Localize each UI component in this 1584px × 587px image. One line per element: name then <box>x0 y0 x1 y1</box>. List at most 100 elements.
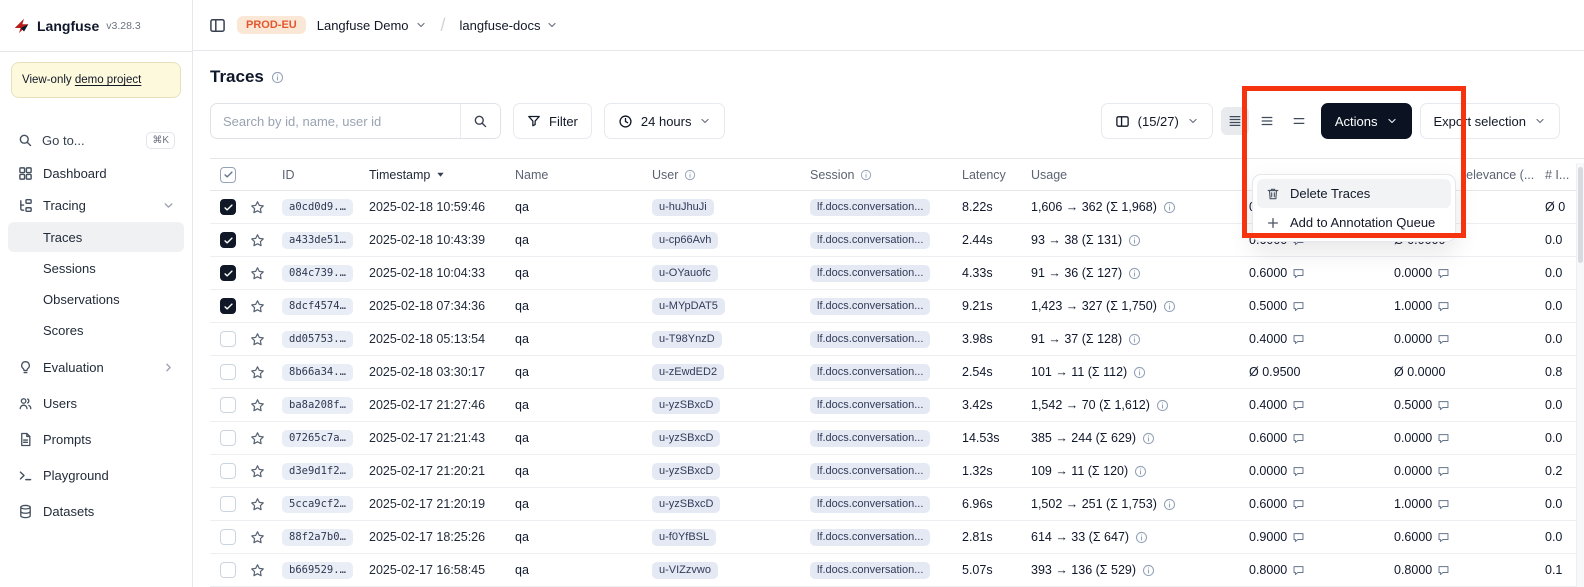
export-selection-button[interactable]: Export selection <box>1420 103 1561 139</box>
select-all-checkbox[interactable] <box>220 167 236 183</box>
session-cell[interactable]: lf.docs.conversation... <box>802 257 954 289</box>
session-cell[interactable]: lf.docs.conversation... <box>802 422 954 454</box>
trace-id-cell[interactable]: a433de51... <box>274 224 361 256</box>
row-checkbox[interactable] <box>220 430 236 446</box>
user-badge[interactable]: u-T98YnzD <box>652 331 722 348</box>
column-visibility-button[interactable]: (15/27) <box>1101 103 1213 139</box>
user-badge[interactable]: u-yzSBxcD <box>652 496 720 513</box>
trace-id-badge[interactable]: 07265c7a... <box>282 430 353 447</box>
filter-button[interactable]: Filter <box>513 103 592 139</box>
table-row[interactable]: 084c739...2025-02-18 10:04:33qau-OYauofc… <box>210 257 1584 290</box>
user-cell[interactable]: u-f0YfBSL <box>644 521 802 553</box>
session-cell[interactable]: lf.docs.conversation... <box>802 521 954 553</box>
session-cell[interactable]: lf.docs.conversation... <box>802 290 954 322</box>
trace-id-cell[interactable]: 07265c7a... <box>274 422 361 454</box>
session-badge[interactable]: lf.docs.conversation... <box>810 529 930 546</box>
trace-id-badge[interactable]: d3e9d1f2... <box>282 463 353 480</box>
session-badge[interactable]: lf.docs.conversation... <box>810 265 930 282</box>
trace-id-badge[interactable]: 8b66a34... <box>282 364 353 381</box>
user-cell[interactable]: u-MYpDAT5 <box>644 290 802 322</box>
session-badge[interactable]: lf.docs.conversation... <box>810 364 930 381</box>
menu-item-add-to-annotation-queue[interactable]: Add to Annotation Queue <box>1257 208 1451 237</box>
star-icon[interactable] <box>250 200 265 215</box>
sidebar-item-dashboard[interactable]: Dashboard <box>8 158 184 189</box>
scrollbar-thumb[interactable] <box>1578 167 1583 263</box>
trace-id-cell[interactable]: ba8a208f... <box>274 389 361 421</box>
trace-id-cell[interactable]: a0cd0d9... <box>274 191 361 223</box>
user-cell[interactable]: u-huJhuJi <box>644 191 802 223</box>
trace-id-badge[interactable]: 5cca9cf2... <box>282 496 353 513</box>
row-height-medium-button[interactable] <box>1253 107 1281 135</box>
user-cell[interactable]: u-VIZzvwo <box>644 554 802 586</box>
user-badge[interactable]: u-huJhuJi <box>652 199 714 216</box>
session-badge[interactable]: lf.docs.conversation... <box>810 397 930 414</box>
row-checkbox[interactable] <box>220 298 236 314</box>
sidebar-item-traces[interactable]: Traces <box>8 222 184 252</box>
user-cell[interactable]: u-yzSBxcD <box>644 488 802 520</box>
trace-id-cell[interactable]: 8dcf4574... <box>274 290 361 322</box>
row-checkbox[interactable] <box>220 265 236 281</box>
trace-id-cell[interactable]: 8b66a34... <box>274 356 361 388</box>
star-icon[interactable] <box>250 398 265 413</box>
user-cell[interactable]: u-T98YnzD <box>644 323 802 355</box>
session-cell[interactable]: lf.docs.conversation... <box>802 191 954 223</box>
row-height-large-button[interactable] <box>1285 107 1313 135</box>
star-icon[interactable] <box>250 497 265 512</box>
table-scrollbar[interactable] <box>1576 163 1584 587</box>
trace-id-badge[interactable]: 88f2a7b0... <box>282 529 353 546</box>
sidebar-toggle-icon[interactable] <box>209 17 226 34</box>
trace-id-cell[interactable]: b669529... <box>274 554 361 586</box>
table-row[interactable]: b669529...2025-02-17 16:58:45qau-VIZzvwo… <box>210 554 1584 587</box>
sidebar-item-playground[interactable]: Playground <box>8 460 184 491</box>
trace-id-cell[interactable]: dd05753... <box>274 323 361 355</box>
trace-id-cell[interactable]: d3e9d1f2... <box>274 455 361 487</box>
star-icon[interactable] <box>250 563 265 578</box>
user-badge[interactable]: u-cp66Avh <box>652 232 718 249</box>
star-icon[interactable] <box>250 365 265 380</box>
session-badge[interactable]: lf.docs.conversation... <box>810 199 930 216</box>
table-row[interactable]: 88f2a7b0...2025-02-17 18:25:26qau-f0YfBS… <box>210 521 1584 554</box>
trace-id-badge[interactable]: a433de51... <box>282 232 353 249</box>
sidebar-item-observations[interactable]: Observations <box>8 284 184 314</box>
sidebar-item-datasets[interactable]: Datasets <box>8 496 184 527</box>
session-badge[interactable]: lf.docs.conversation... <box>810 331 930 348</box>
session-badge[interactable]: lf.docs.conversation... <box>810 463 930 480</box>
session-badge[interactable]: lf.docs.conversation... <box>810 232 930 249</box>
trace-id-badge[interactable]: b669529... <box>282 562 353 579</box>
menu-item-delete-traces[interactable]: Delete Traces <box>1257 179 1451 208</box>
trace-id-cell[interactable]: 5cca9cf2... <box>274 488 361 520</box>
user-badge[interactable]: u-zEwdED2 <box>652 364 724 381</box>
user-badge[interactable]: u-yzSBxcD <box>652 397 720 414</box>
trace-id-badge[interactable]: dd05753... <box>282 331 353 348</box>
row-checkbox[interactable] <box>220 529 236 545</box>
session-badge[interactable]: lf.docs.conversation... <box>810 298 930 315</box>
user-badge[interactable]: u-yzSBxcD <box>652 463 720 480</box>
session-cell[interactable]: lf.docs.conversation... <box>802 323 954 355</box>
table-row[interactable]: 8b66a34...2025-02-18 03:30:17qau-zEwdED2… <box>210 356 1584 389</box>
row-checkbox[interactable] <box>220 562 236 578</box>
row-checkbox[interactable] <box>220 331 236 347</box>
session-cell[interactable]: lf.docs.conversation... <box>802 356 954 388</box>
table-row[interactable]: 8dcf4574...2025-02-18 07:34:36qau-MYpDAT… <box>210 290 1584 323</box>
project-switcher[interactable]: langfuse-docs <box>460 18 559 33</box>
trace-id-badge[interactable]: a0cd0d9... <box>282 199 353 216</box>
org-switcher[interactable]: Langfuse Demo <box>317 18 427 33</box>
row-checkbox[interactable] <box>220 397 236 413</box>
user-cell[interactable]: u-zEwdED2 <box>644 356 802 388</box>
time-range-button[interactable]: 24 hours <box>604 103 726 139</box>
user-cell[interactable]: u-yzSBxcD <box>644 389 802 421</box>
user-cell[interactable]: u-OYauofc <box>644 257 802 289</box>
trace-id-cell[interactable]: 084c739... <box>274 257 361 289</box>
row-checkbox[interactable] <box>220 364 236 380</box>
sidebar-item-evaluation[interactable]: Evaluation <box>8 352 184 383</box>
table-row[interactable]: dd05753...2025-02-18 05:13:54qau-T98YnzD… <box>210 323 1584 356</box>
sidebar-item-users[interactable]: Users <box>8 388 184 419</box>
user-badge[interactable]: u-yzSBxcD <box>652 430 720 447</box>
table-row[interactable]: 5cca9cf2...2025-02-17 21:20:19qau-yzSBxc… <box>210 488 1584 521</box>
search-button[interactable] <box>460 104 500 138</box>
sidebar-item-tracing[interactable]: Tracing <box>8 190 184 221</box>
table-row[interactable]: ba8a208f...2025-02-17 21:27:46qau-yzSBxc… <box>210 389 1584 422</box>
table-row[interactable]: 07265c7a...2025-02-17 21:21:43qau-yzSBxc… <box>210 422 1584 455</box>
user-cell[interactable]: u-yzSBxcD <box>644 422 802 454</box>
star-icon[interactable] <box>250 299 265 314</box>
